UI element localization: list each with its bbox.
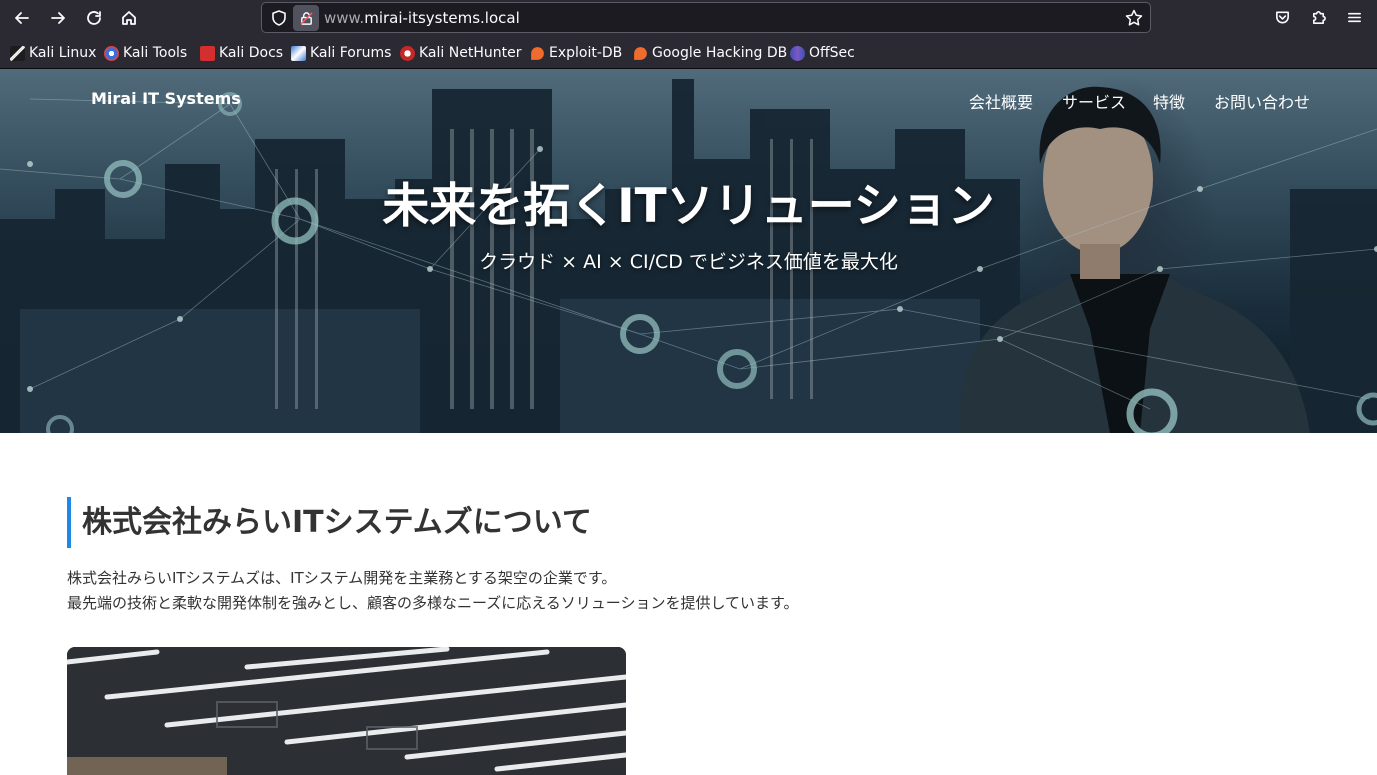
hero-title: 未来を拓くITソリューション (382, 179, 995, 234)
offsec-icon (790, 45, 805, 61)
insecure-lock-icon (299, 11, 313, 25)
tracking-shield-icon[interactable] (270, 9, 288, 27)
bookmark-star-icon[interactable] (1124, 8, 1144, 28)
back-button[interactable] (8, 4, 36, 32)
kali-forums-icon (291, 45, 306, 61)
url-domain: mirai-itsystems.local (364, 9, 520, 27)
arrow-right-icon (51, 12, 65, 24)
bookmark-label: Kali Tools (123, 45, 188, 61)
home-button[interactable] (115, 4, 143, 32)
hamburger-menu-icon (1347, 12, 1361, 22)
office-ceiling-image (67, 647, 626, 775)
exploit-db-icon (531, 46, 544, 60)
kali-tools-icon (104, 45, 119, 61)
bookmark-kali-linux[interactable]: Kali Linux (10, 43, 96, 63)
bookmark-label: Kali NetHunter (419, 45, 522, 61)
bookmark-kali-forums[interactable]: Kali Forums (291, 43, 391, 63)
extensions-button[interactable] (1307, 6, 1329, 28)
bookmark-exploit-db[interactable]: Exploit-DB (530, 43, 622, 63)
hero-section: Mirai IT Systems 会社概要 サービス 特徴 お問い合わせ 未来を… (0, 69, 1377, 433)
bookmark-kali-docs[interactable]: Kali Docs (200, 43, 283, 63)
browser-toolbar: www.mirai-itsystems.local (0, 0, 1377, 36)
forward-button[interactable] (44, 4, 72, 32)
ghdb-icon (634, 46, 647, 60)
bookmark-label: Kali Docs (219, 45, 284, 61)
menu-button[interactable] (1343, 6, 1365, 28)
pocket-icon (1275, 11, 1289, 23)
url-prefix: www. (324, 9, 365, 27)
url-text[interactable]: www.mirai-itsystems.local (324, 9, 520, 27)
about-heading: 株式会社みらいITシステムズについて (67, 497, 592, 548)
nav-link-features[interactable]: 特徴 (1153, 89, 1185, 113)
reload-button[interactable] (80, 4, 108, 32)
site-brand-logo[interactable]: Mirai IT Systems (91, 89, 241, 108)
insecure-lock-button[interactable] (293, 5, 319, 31)
kali-nethunter-icon (400, 45, 415, 61)
bookmark-kali-nethunter[interactable]: Kali NetHunter (400, 43, 521, 63)
kali-dragon-icon (10, 45, 25, 61)
pocket-button[interactable] (1271, 6, 1293, 28)
kali-docs-icon (200, 45, 215, 61)
about-paragraph-line-1: 株式会社みらいITシステムズは、ITシステム開発を主業務とする架空の企業です。 (67, 569, 617, 587)
bookmark-label: Exploit-DB (549, 45, 623, 61)
bookmark-label: Google Hacking DB (652, 45, 788, 61)
reload-icon (87, 11, 101, 25)
bookmark-label: Kali Forums (310, 45, 392, 61)
bookmark-offsec[interactable]: OffSec (790, 43, 855, 63)
bookmark-google-hacking-db[interactable]: Google Hacking DB (633, 43, 787, 63)
nav-link-services[interactable]: サービス (1062, 89, 1126, 113)
url-bar[interactable]: www.mirai-itsystems.local (261, 2, 1151, 33)
arrow-left-icon (15, 12, 29, 24)
nav-link-company[interactable]: 会社概要 (969, 89, 1033, 113)
bookmarks-bar: Kali Linux Kali Tools Kali Docs Kali For… (0, 36, 1377, 69)
bookmark-kali-tools[interactable]: Kali Tools (104, 43, 187, 63)
bookmark-label: OffSec (809, 45, 855, 61)
hero-subtitle: クラウド × AI × CI/CD でビジネス価値を最大化 (479, 251, 898, 273)
site-navigation: Mirai IT Systems 会社概要 サービス 特徴 お問い合わせ (0, 69, 1377, 129)
puzzle-extensions-icon (1312, 10, 1326, 24)
home-icon (122, 11, 136, 25)
nav-link-contact[interactable]: お問い合わせ (1214, 89, 1310, 113)
about-paragraph-line-2: 最先端の技術と柔軟な開発体制を強みとし、顧客の多様なニーズに応えるソリューション… (67, 594, 799, 612)
bookmark-label: Kali Linux (29, 45, 97, 61)
office-photo (67, 647, 626, 775)
